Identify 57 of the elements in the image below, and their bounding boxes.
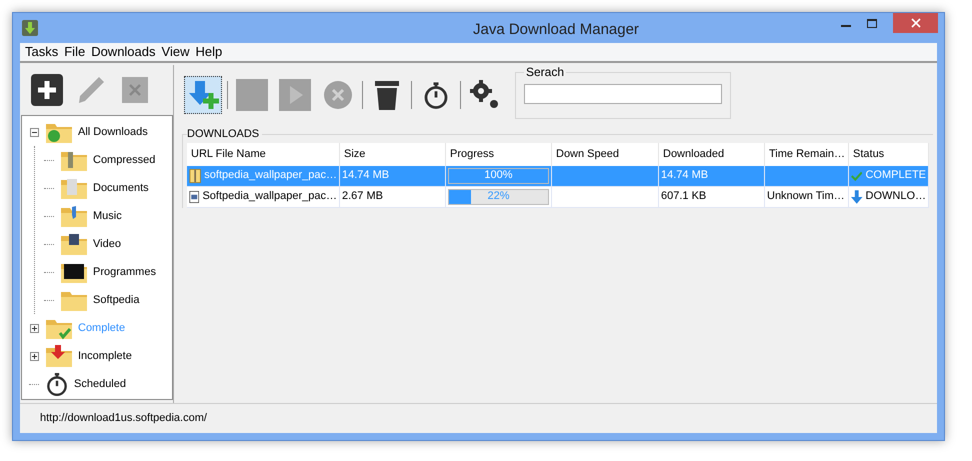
time-remaining: Unknown Tim… [767,189,845,204]
status-text: COMPLETE [865,168,926,184]
downloads-title: DOWNLOADS [187,127,260,142]
document-file-icon [189,188,200,204]
play-icon [279,79,311,111]
downloaded-cell: 607.1 KB [659,186,765,206]
close-icon [910,18,920,28]
size-cell: 2.67 MB [340,186,446,206]
trash-icon [374,79,400,111]
progress-text: 100% [483,168,514,182]
progress-text: 22% [486,190,511,204]
download-plus-icon [187,79,219,111]
expander-toggle[interactable] [30,352,38,360]
search-label: Serach [525,64,566,81]
menu-item[interactable]: Downloads [89,42,158,62]
tree-item[interactable]: Compressed [93,152,156,168]
tree-item[interactable]: All Downloads [78,124,148,140]
down-arrow-icon [851,190,862,204]
menu-item[interactable]: Help [193,42,224,62]
expander-toggle[interactable] [30,128,38,136]
settings-icon [469,79,501,111]
search-field[interactable] [524,84,722,104]
size-cell: 14.74 MB [340,166,446,186]
tree-item[interactable]: Programmes [93,264,156,280]
window-title: Java Download Manager [473,20,639,40]
folder-icon [59,203,89,229]
delete-icon [122,77,148,103]
downloaded-cell: 14.74 MB [659,166,765,186]
plus-icon [30,352,38,360]
plus-icon [30,324,38,332]
folder-icon [59,231,89,257]
download-row[interactable]: Softpedia_wallpaper_pac… 2.67 MB 22% 607.1 KB Unknown Tim… DOWNLO… [187,186,929,208]
tree-item[interactable]: Documents [93,180,149,196]
tree-item[interactable]: Music [93,208,122,224]
status-bar-text: http://download1us.softpedia.com/ [40,411,207,426]
folder-icon [44,343,74,369]
cancel-icon [323,80,353,110]
pause-icon [236,79,268,111]
tree-item[interactable]: Video [93,236,121,252]
close-button[interactable] [893,13,938,33]
app-icon [22,20,38,36]
status-text: DOWNLO… [866,189,926,204]
menu-item[interactable]: View [160,42,192,62]
new-button[interactable] [184,76,222,114]
file-name: Softpedia_wallpaper_pac… [202,189,337,204]
menu-item[interactable]: File [62,42,88,62]
tree-item[interactable]: Softpedia [93,292,140,308]
maximize-icon [867,18,877,28]
file-name: softpedia_wallpaper_pac… [204,168,337,184]
menu-item[interactable]: Tasks [23,42,60,62]
tree-item[interactable]: Scheduled [74,376,126,392]
expander-toggle[interactable] [30,324,38,332]
add-icon [31,74,63,106]
tree-item[interactable]: Incomplete [78,348,132,364]
stopwatch-icon [44,371,70,397]
minimize-icon [841,25,851,27]
archive-file-icon [189,168,202,184]
